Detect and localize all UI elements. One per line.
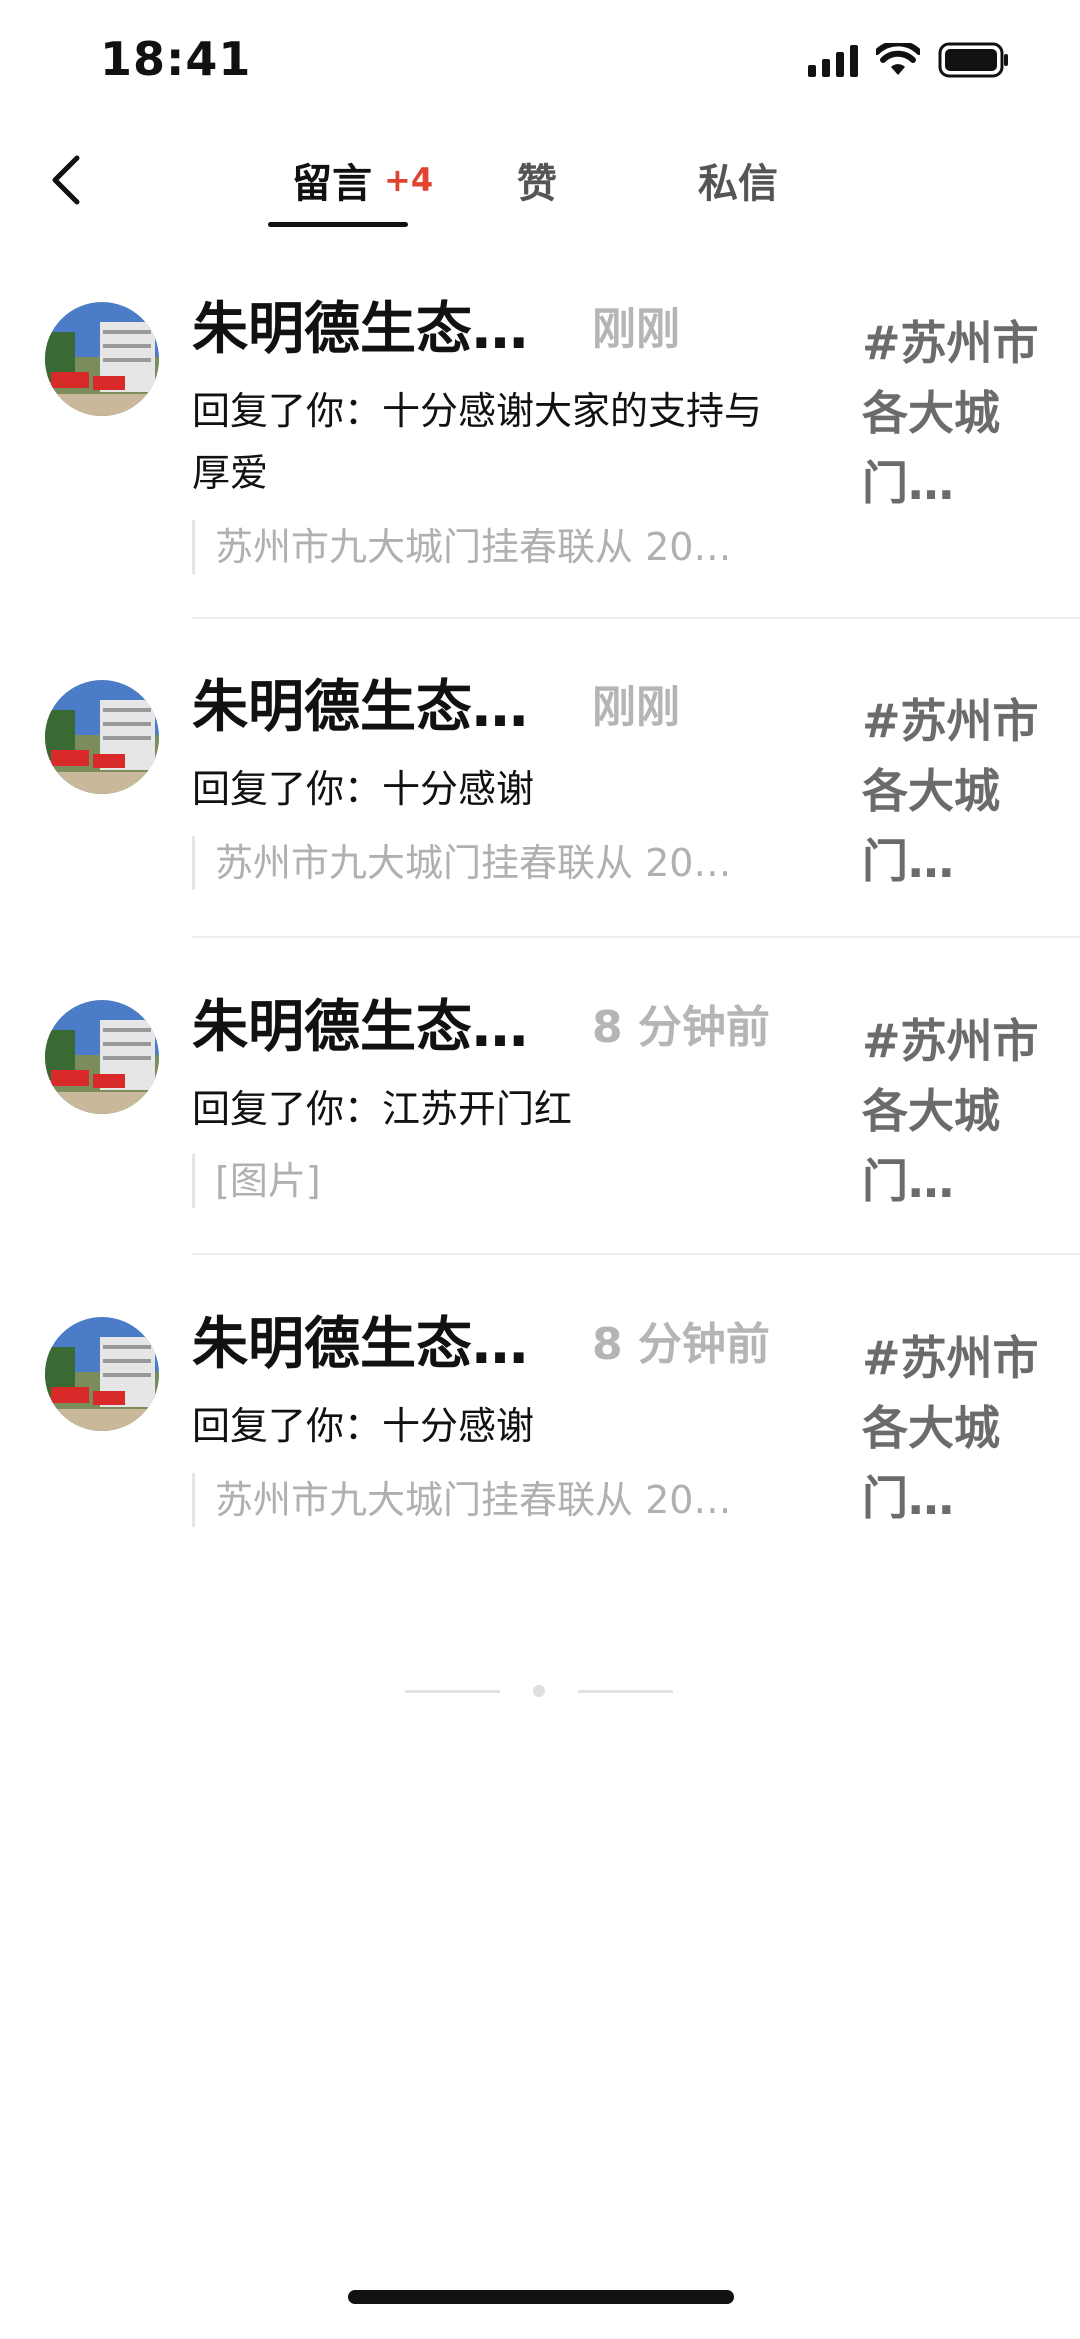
quoted-post: 苏州市九大城门挂春联从 20… bbox=[192, 520, 731, 574]
timestamp: 8 分钟前 bbox=[592, 1319, 770, 1370]
quoted-post: 苏州市九大城门挂春联从 20… bbox=[192, 836, 731, 890]
avatar-image bbox=[45, 1317, 159, 1431]
quoted-post-image: [图片] bbox=[192, 1154, 321, 1208]
post-topic[interactable]: #苏州市各大城门… bbox=[862, 686, 1042, 896]
avatar-image bbox=[45, 680, 159, 794]
end-line-left bbox=[405, 1690, 500, 1693]
tab-comments-badge: +4 bbox=[384, 161, 434, 199]
reply-text: 回复了你：十分感谢 bbox=[192, 1404, 535, 1448]
home-indicator[interactable] bbox=[348, 2290, 734, 2304]
divider bbox=[192, 1253, 1080, 1255]
reply-text: 回复了你：十分感谢 bbox=[192, 767, 535, 811]
user-name[interactable]: 朱明德生态… bbox=[192, 290, 528, 370]
timestamp: 刚刚 bbox=[592, 682, 680, 733]
battery-icon bbox=[938, 42, 1008, 78]
status-icons bbox=[808, 40, 1010, 80]
tab-messages-label: 私信 bbox=[698, 161, 778, 207]
list-item[interactable]: 朱明德生态… 8 分钟前 回复了你：江苏开门红 [图片] #苏州市各大城门… bbox=[0, 988, 1080, 1255]
reply-text: 回复了你：江苏开门红 bbox=[192, 1087, 573, 1131]
user-name[interactable]: 朱明德生态… bbox=[192, 988, 528, 1068]
list-item[interactable]: 朱明德生态… 刚刚 回复了你：十分感谢 苏州市九大城门挂春联从 20… #苏州市… bbox=[0, 668, 1080, 938]
end-dot bbox=[533, 1685, 545, 1697]
user-name[interactable]: 朱明德生态… bbox=[192, 668, 528, 748]
end-of-list-marker bbox=[0, 1680, 1080, 1700]
wifi-icon bbox=[876, 43, 920, 75]
status-time: 18:41 bbox=[100, 32, 252, 86]
divider bbox=[192, 936, 1080, 938]
tab-messages[interactable]: 私信 bbox=[698, 150, 778, 210]
post-topic[interactable]: #苏州市各大城门… bbox=[862, 308, 1042, 518]
timestamp: 8 分钟前 bbox=[592, 1002, 770, 1053]
post-topic[interactable]: #苏州市各大城门… bbox=[862, 1323, 1042, 1533]
quoted-post: 苏州市九大城门挂春联从 20… bbox=[192, 1473, 731, 1527]
end-line-right bbox=[578, 1690, 673, 1693]
tab-likes-label: 赞 bbox=[517, 161, 557, 207]
tab-comments[interactable]: 留言 +4 bbox=[292, 150, 433, 210]
top-nav: 留言 +4 赞 私信 bbox=[0, 130, 1080, 230]
avatar[interactable] bbox=[45, 302, 159, 416]
post-topic[interactable]: #苏州市各大城门… bbox=[862, 1006, 1042, 1216]
tab-comments-label: 留言 bbox=[292, 161, 372, 207]
signal-icon bbox=[808, 43, 858, 77]
avatar[interactable] bbox=[45, 1000, 159, 1114]
timestamp: 刚刚 bbox=[592, 304, 680, 355]
avatar[interactable] bbox=[45, 1317, 159, 1431]
tab-likes[interactable]: 赞 bbox=[517, 150, 557, 210]
reply-text: 回复了你：十分感谢大家的支持与厚爱 bbox=[192, 389, 763, 495]
avatar[interactable] bbox=[45, 680, 159, 794]
back-button[interactable] bbox=[36, 148, 96, 212]
active-tab-indicator bbox=[268, 222, 408, 227]
avatar-image bbox=[45, 1000, 159, 1114]
user-name[interactable]: 朱明德生态… bbox=[192, 1305, 528, 1385]
chevron-left-icon bbox=[52, 155, 80, 205]
avatar-image bbox=[45, 302, 159, 416]
notifications-screen: 18:41 留言 +4 赞 私信 朱明德生态… 刚刚 回复了你：十分感谢大家的支… bbox=[0, 0, 1080, 2339]
divider bbox=[192, 617, 1080, 619]
list-item[interactable]: 朱明德生态… 8 分钟前 回复了你：十分感谢 苏州市九大城门挂春联从 20… #… bbox=[0, 1305, 1080, 1555]
status-bar: 18:41 bbox=[0, 0, 1080, 120]
list-item[interactable]: 朱明德生态… 刚刚 回复了你：十分感谢大家的支持与厚爱 苏州市九大城门挂春联从 … bbox=[0, 290, 1080, 620]
